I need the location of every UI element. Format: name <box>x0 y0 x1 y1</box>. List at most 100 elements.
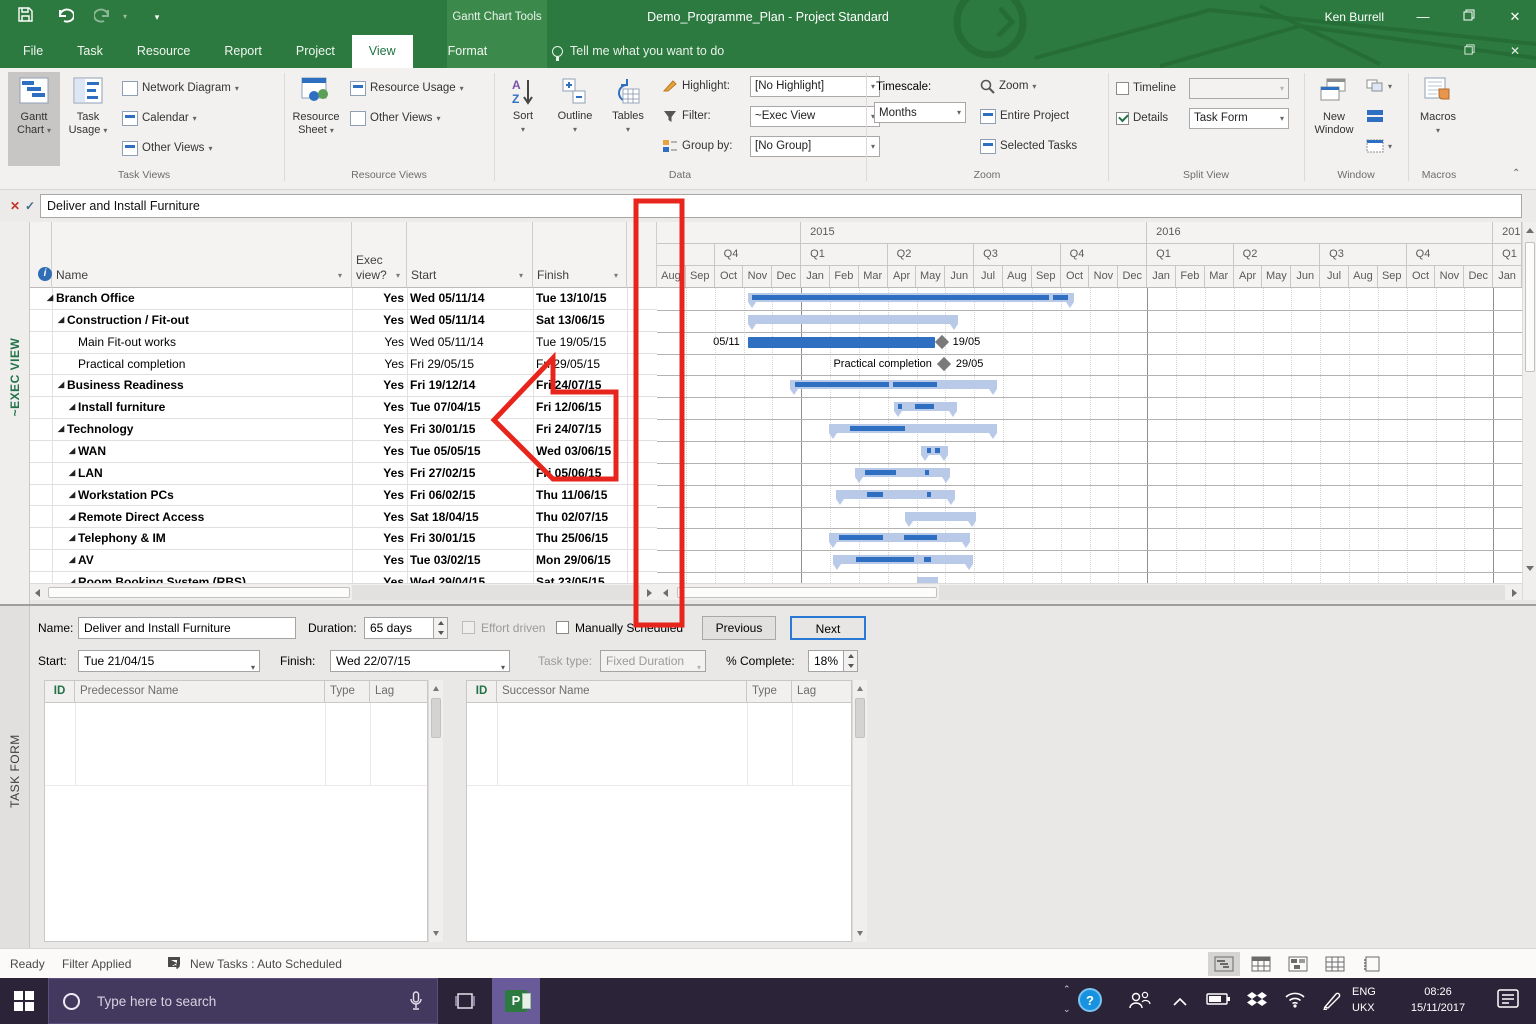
chart-scroll-left-icon[interactable] <box>663 589 668 597</box>
timescale-cell[interactable]: Q4 <box>715 244 802 266</box>
finish-cell[interactable]: Sat 23/05/15 <box>536 572 605 583</box>
task-usage-view-shortcut[interactable] <box>1245 952 1277 976</box>
expand-triangle-icon[interactable]: ◢ <box>69 446 75 455</box>
exec-view-cell[interactable]: Yes <box>352 463 404 483</box>
timescale-cell[interactable] <box>657 222 801 244</box>
start-cell[interactable]: Fri 29/05/15 <box>410 354 474 374</box>
timescale-cell[interactable]: Sep <box>1032 266 1061 288</box>
timescale-cell[interactable]: Aug <box>1003 266 1032 288</box>
start-cell[interactable]: Wed 05/11/14 <box>410 332 484 352</box>
switch-windows-button[interactable]: ▾ <box>1366 76 1392 96</box>
expand-triangle-icon[interactable]: ◢ <box>58 315 64 324</box>
task-view-button[interactable] <box>438 978 492 1024</box>
timescale-cell[interactable]: Jun <box>1291 266 1320 288</box>
finish-cell[interactable]: Wed 03/06/15 <box>536 441 611 461</box>
finish-cell[interactable]: Fri 12/06/15 <box>536 397 601 417</box>
zoom-button[interactable]: Zoom▾ <box>980 76 1036 96</box>
timescale-cell[interactable]: Oct <box>1061 266 1090 288</box>
timescale-cell[interactable]: Aug <box>657 266 686 288</box>
succ-scroll-thumb[interactable] <box>855 698 865 738</box>
language-indicator[interactable]: ENGUKX <box>1352 984 1388 1016</box>
timescale-cell[interactable]: Dec <box>772 266 801 288</box>
task-name-cell[interactable]: Branch Office <box>56 288 135 309</box>
exec-view-cell[interactable]: Yes <box>352 375 404 395</box>
document-close-button[interactable]: ✕ <box>1502 40 1528 62</box>
group-by-select[interactable]: [No Group]▾ <box>750 136 880 157</box>
chart-scrollbar-thumb[interactable] <box>677 587 937 598</box>
resource-sheet-button[interactable]: Resource Sheet ▾ <box>290 72 342 166</box>
highlight-select[interactable]: [No Highlight]▾ <box>750 76 880 97</box>
tab-project[interactable]: Project <box>279 35 352 68</box>
timescale-cell[interactable]: 2017 <box>1493 222 1522 244</box>
vertical-scrollbar[interactable] <box>1522 222 1536 600</box>
exec-view-cell[interactable]: Yes <box>352 419 404 439</box>
table-row[interactable]: ◢Branch OfficeYesWed 05/11/14Tue 13/10/1… <box>30 288 657 310</box>
close-button[interactable]: ✕ <box>1502 6 1528 28</box>
tray-scroll-down-icon[interactable]: ⌄ <box>1063 1004 1071 1015</box>
timescale-cell[interactable]: Nov <box>1436 266 1465 288</box>
resource-usage-button[interactable]: Resource Usage▾ <box>350 78 464 98</box>
pred-scroll-up-icon[interactable] <box>433 686 439 691</box>
successor-grid[interactable]: ID Successor Name Type Lag <box>466 680 852 942</box>
timescale-cell[interactable]: Feb <box>1176 266 1205 288</box>
timescale-cell[interactable]: Sep <box>1378 266 1407 288</box>
exec-view-cell[interactable]: Yes <box>352 354 404 374</box>
start-cell[interactable]: Fri 19/12/14 <box>410 375 475 395</box>
finish-cell[interactable]: Tue 19/05/15 <box>536 332 606 352</box>
table-row[interactable]: ◢Telephony & IMYesFri 30/01/15Thu 25/06/… <box>30 528 657 550</box>
timeline-checkbox-icon[interactable] <box>1116 82 1129 95</box>
document-restore-button[interactable] <box>1456 40 1482 62</box>
timescale-cell[interactable]: Sep <box>686 266 715 288</box>
succ-scroll-up-icon[interactable] <box>857 686 863 691</box>
manually-scheduled-checkbox[interactable] <box>556 621 569 634</box>
form-duration-field[interactable]: 65 days <box>364 617 434 639</box>
scroll-up-icon[interactable] <box>1526 228 1534 233</box>
tab-format[interactable]: Format <box>431 35 505 68</box>
expand-triangle-icon[interactable]: ◢ <box>69 490 75 499</box>
expand-triangle-icon[interactable]: ◢ <box>69 533 75 542</box>
timescale-cell[interactable]: Jul <box>1320 266 1349 288</box>
report-view-shortcut[interactable] <box>1356 952 1388 976</box>
timescale-cell[interactable]: Nov <box>744 266 773 288</box>
timescale-cell[interactable]: Q4 <box>1061 244 1148 266</box>
finish-cell[interactable]: Thu 11/06/15 <box>536 485 607 505</box>
start-cell[interactable]: Fri 27/02/15 <box>410 463 475 483</box>
next-button[interactable]: Next <box>790 616 866 640</box>
timescale-cell[interactable]: Oct <box>1407 266 1436 288</box>
search-box[interactable]: Type here to search <box>48 978 438 1024</box>
task-name-cell[interactable]: Workstation PCs <box>78 485 174 506</box>
timescale-cell[interactable]: 2016 <box>1147 222 1493 244</box>
task-name-cell[interactable]: AV <box>78 550 94 571</box>
task-name-cell[interactable]: Main Fit-out works <box>78 332 176 353</box>
chart-scroll-right-icon[interactable] <box>1512 589 1517 597</box>
finish-filter-caret-icon[interactable]: ▾ <box>614 271 618 280</box>
milestone-diamond[interactable] <box>937 356 951 370</box>
exec-view-cell[interactable]: Yes <box>352 397 404 417</box>
tab-task[interactable]: Task <box>60 35 120 68</box>
exec-view-cell[interactable]: Yes <box>352 572 404 583</box>
start-cell[interactable]: Tue 07/04/15 <box>410 397 481 417</box>
timescale-cell[interactable]: Jul <box>974 266 1003 288</box>
timescale-cell[interactable]: Mar <box>859 266 888 288</box>
timescale-select[interactable]: Months▾ <box>874 102 966 123</box>
summary-bar[interactable] <box>748 315 958 324</box>
finish-cell[interactable]: Fri 24/07/15 <box>536 419 601 439</box>
timescale-cell[interactable]: Jan <box>801 266 830 288</box>
details-checkbox-icon[interactable] <box>1116 112 1129 125</box>
minimize-button[interactable]: — <box>1410 6 1436 28</box>
tab-view[interactable]: View <box>352 35 413 68</box>
tab-file[interactable]: File <box>6 35 60 68</box>
expand-triangle-icon[interactable]: ◢ <box>69 512 75 521</box>
timescale-cell[interactable]: May <box>1263 266 1292 288</box>
timescale-cell[interactable]: Jun <box>945 266 974 288</box>
entire-project-button[interactable]: Entire Project <box>980 106 1069 126</box>
start-cell[interactable]: Wed 05/11/14 <box>410 310 485 330</box>
pred-scroll-down-icon[interactable] <box>433 931 439 936</box>
microphone-icon[interactable] <box>409 991 423 1016</box>
expand-triangle-icon[interactable]: ◢ <box>58 380 64 389</box>
timescale-cell[interactable]: Apr <box>888 266 917 288</box>
start-cell[interactable]: Sat 18/04/15 <box>410 507 479 527</box>
exec-filter-caret-icon[interactable]: ▾ <box>396 271 400 280</box>
dropbox-tray-icon[interactable] <box>1246 990 1268 1015</box>
sort-button[interactable]: AZ Sort ▾ <box>500 72 546 166</box>
